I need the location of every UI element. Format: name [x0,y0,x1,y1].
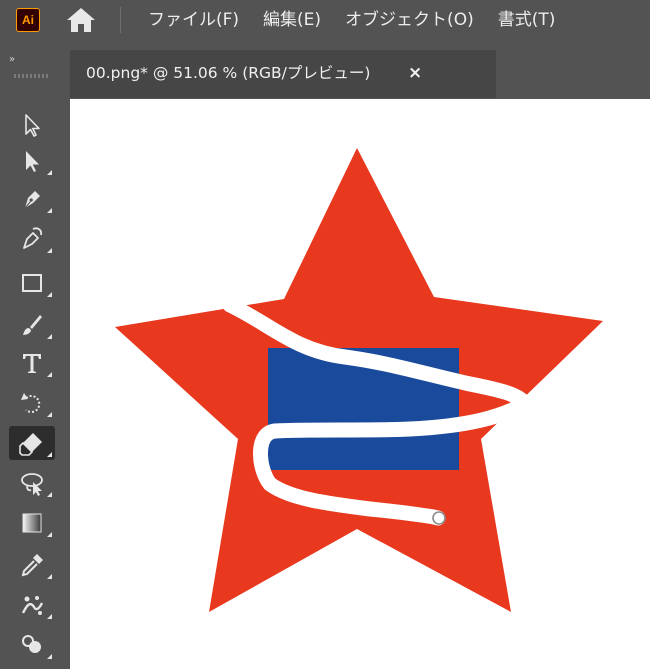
artboard-canvas[interactable] [70,99,650,669]
lasso-tool[interactable] [9,466,55,500]
menu-file[interactable]: ファイル(F) [148,0,239,40]
close-icon[interactable]: × [408,50,422,96]
pen-tool[interactable] [9,182,55,216]
collapse-toolbar-icon[interactable]: » [9,54,15,65]
menu-separator [120,7,121,33]
menu-items: ファイル(F) 編集(E) オブジェクト(O) 書式(T) [148,0,579,40]
menu-object[interactable]: オブジェクト(O) [345,0,474,40]
tool-flyout-indicator [47,614,52,619]
tool-flyout-indicator [47,372,52,377]
tool-flyout-indicator [47,248,52,253]
tool-flyout-indicator [47,170,52,175]
tool-flyout-indicator [47,292,52,297]
paintbrush-tool[interactable] [9,308,55,342]
menu-edit[interactable]: 編集(E) [263,0,321,40]
curvature-tool-icon [23,227,43,249]
tool-flyout-indicator [47,412,52,417]
eyedropper-tool-icon [21,554,43,577]
tool-flyout-indicator [47,654,52,659]
rotate-tool-icon [21,393,41,413]
menu-type[interactable]: 書式(T) [498,0,556,40]
shape-builder-tool-icon [22,635,41,653]
tool-flyout-indicator [47,574,52,579]
eraser-tool-icon [19,433,42,456]
artwork[interactable] [70,99,650,669]
type-tool-icon [23,354,41,373]
shape-builder-tool[interactable] [9,628,55,662]
tool-flyout-indicator [47,208,52,213]
direct-selection-tool[interactable] [9,144,55,178]
tool-flyout-indicator [47,492,52,497]
rectangle-tool[interactable] [9,266,55,300]
document-tab[interactable]: 00.png* @ 51.06 % (RGB/プレビュー) × [70,50,496,98]
tool-flyout-indicator [47,452,52,457]
eraser-tool[interactable] [9,426,55,460]
type-tool[interactable] [9,346,55,380]
symbol-sprayer-tool-icon [21,596,44,615]
eraser-cursor-icon [432,511,446,525]
illustrator-logo: Ai [16,8,40,32]
eyedropper-tool[interactable] [9,548,55,582]
document-tab-title: 00.png* @ 51.06 % (RGB/プレビュー) [86,64,371,82]
symbol-sprayer-tool[interactable] [9,588,55,622]
pen-tool-icon [24,191,40,209]
paintbrush-tool-icon [23,315,42,335]
direct-selection-tool-icon [26,151,39,172]
tool-flyout-indicator [47,334,52,339]
rectangle-tool-icon [22,274,42,292]
document-tab-bar: 00.png* @ 51.06 % (RGB/プレビュー) × [66,48,650,98]
gradient-tool-icon [22,513,42,533]
toolbar-grip[interactable] [14,74,50,78]
lasso-tool-icon [21,473,43,496]
curvature-tool[interactable] [9,222,55,256]
rotate-tool[interactable] [9,386,55,420]
home-icon[interactable] [66,6,96,34]
selection-tool[interactable] [9,108,55,142]
selection-tool-icon [25,114,40,137]
menu-bar: Ai ファイル(F) 編集(E) オブジェクト(O) 書式(T) [0,0,650,40]
tool-flyout-indicator [47,532,52,537]
gradient-tool[interactable] [9,506,55,540]
